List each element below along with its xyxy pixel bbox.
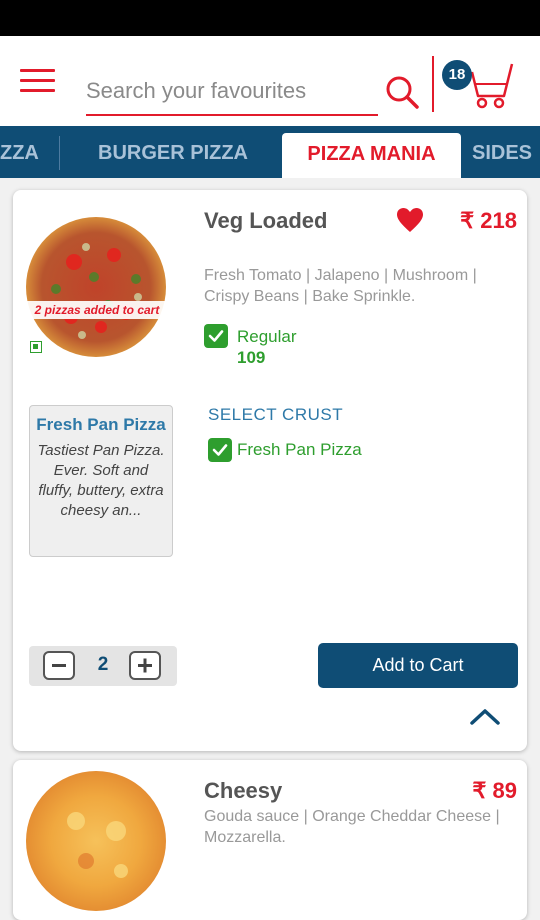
search-icon[interactable]: [384, 74, 420, 110]
category-tabs: ZZA BURGER PIZZA PIZZA MANIA SIDES: [0, 126, 540, 178]
tab-sides[interactable]: SIDES: [472, 126, 532, 178]
product-price: ₹ 218: [460, 208, 517, 233]
status-bar: [0, 0, 540, 36]
size-label: Regular: [237, 327, 297, 346]
decrease-quantity-button[interactable]: [43, 651, 75, 680]
product-description: Gouda sauce | Orange Cheddar Cheese | Mo…: [204, 808, 500, 846]
quantity-stepper: 2: [29, 646, 177, 686]
add-to-cart-button[interactable]: Add to Cart: [318, 643, 518, 688]
header-divider: [432, 56, 434, 112]
size-price: 109: [237, 348, 266, 367]
cart-count-badge: 18: [442, 60, 472, 90]
veg-indicator-icon: [30, 341, 42, 353]
top-bar: 18: [0, 36, 540, 126]
size-checkbox[interactable]: [204, 324, 228, 348]
crust-info-title: Fresh Pan Pizza: [36, 415, 166, 434]
tab-pizza[interactable]: ZZA: [0, 126, 39, 178]
menu-icon[interactable]: [20, 69, 55, 93]
product-description: Fresh Tomato | Jalapeno | Mushroom | Cri…: [204, 267, 477, 305]
product-card: Cheesy ₹ 89 Gouda sauce | Orange Cheddar…: [13, 760, 527, 920]
chevron-up-icon[interactable]: [469, 706, 501, 726]
crust-info-description: Tastiest Pan Pizza. Ever. Soft and fluff…: [37, 442, 165, 519]
select-crust-heading: SELECT CRUST: [208, 405, 344, 424]
added-to-cart-banner: 2 pizzas added to cart: [21, 301, 173, 319]
increase-quantity-button[interactable]: [129, 651, 161, 680]
cart-button[interactable]: 18: [442, 58, 514, 110]
product-card: 2 pizzas added to cart Veg Loaded ₹ 218 …: [13, 190, 527, 751]
search-field[interactable]: [86, 70, 378, 116]
pizza-image: [26, 771, 166, 911]
quantity-value: 2: [97, 654, 109, 675]
pizza-image: 2 pizzas added to cart: [21, 217, 173, 357]
product-price: ₹ 89: [472, 778, 517, 803]
product-title: Veg Loaded: [204, 208, 328, 233]
crust-option-label: Fresh Pan Pizza: [237, 440, 362, 459]
tab-pizza-mania[interactable]: PIZZA MANIA: [282, 133, 461, 178]
tab-burger-pizza[interactable]: BURGER PIZZA: [98, 126, 248, 178]
search-input[interactable]: [86, 74, 336, 108]
product-title: Cheesy: [204, 778, 283, 803]
crust-checkbox[interactable]: [208, 438, 232, 462]
favorite-heart-icon[interactable]: [396, 207, 424, 233]
crust-info-box[interactable]: Fresh Pan Pizza Tastiest Pan Pizza. Ever…: [29, 405, 173, 557]
tab-separator: [59, 136, 60, 170]
